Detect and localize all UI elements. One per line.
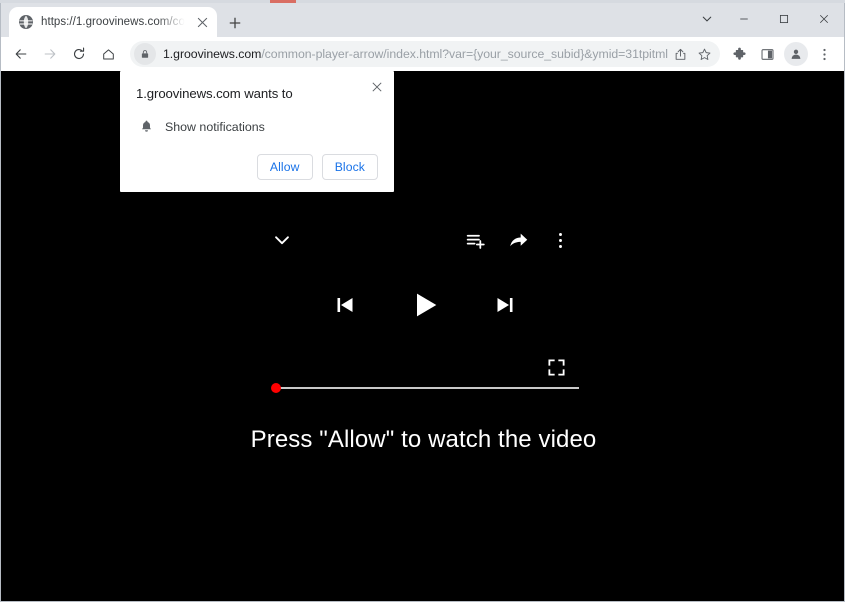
new-tab-button[interactable] xyxy=(223,11,247,35)
avatar[interactable] xyxy=(784,42,808,66)
skip-previous-icon[interactable] xyxy=(333,293,357,317)
permission-row: Show notifications xyxy=(136,118,378,135)
address-bar-text: 1.groovinews.com/common-player-arrow/ind… xyxy=(156,47,668,61)
forward-icon[interactable] xyxy=(36,40,64,68)
lock-icon[interactable] xyxy=(134,43,156,65)
address-bar-host: 1.groovinews.com xyxy=(163,47,262,61)
back-icon[interactable] xyxy=(7,40,35,68)
progress-bar[interactable] xyxy=(271,382,579,394)
browser-tab[interactable]: https://1.groovinews.com/comm xyxy=(9,7,217,37)
allow-button[interactable]: Allow xyxy=(256,154,313,180)
progress-knob[interactable] xyxy=(271,383,281,393)
browser-window: https://1.groovinews.com/comm xyxy=(0,3,845,602)
window-caption-buttons xyxy=(690,3,844,35)
permission-dialog-actions: Allow Block xyxy=(136,154,378,180)
chevron-down-icon[interactable] xyxy=(271,229,293,251)
close-icon[interactable] xyxy=(367,77,387,97)
page-content: Press "Allow" to watch the video 1.groov… xyxy=(1,71,844,601)
fullscreen-icon[interactable] xyxy=(547,358,566,377)
home-icon[interactable] xyxy=(94,40,122,68)
share-icon[interactable] xyxy=(668,42,692,66)
bookmark-star-icon[interactable] xyxy=(692,42,716,66)
player-top-controls xyxy=(271,227,579,253)
extensions-icon[interactable] xyxy=(726,40,753,68)
skip-next-icon[interactable] xyxy=(493,293,517,317)
play-icon[interactable] xyxy=(409,289,441,321)
globe-icon xyxy=(18,14,34,30)
progress-track xyxy=(274,387,579,389)
maximize-icon[interactable] xyxy=(764,3,804,35)
block-button[interactable]: Block xyxy=(321,154,378,180)
notification-permission-dialog: 1.groovinews.com wants to Show notificat… xyxy=(120,71,394,192)
close-icon[interactable] xyxy=(804,3,844,35)
player-transport-controls xyxy=(271,284,579,326)
player-message: Press "Allow" to watch the video xyxy=(250,426,597,453)
browser-toolbar: 1.groovinews.com/common-player-arrow/ind… xyxy=(1,37,844,71)
reload-icon[interactable] xyxy=(65,40,93,68)
permission-dialog-title: 1.groovinews.com wants to xyxy=(136,86,293,101)
chrome-menu-icon[interactable] xyxy=(811,40,838,68)
more-vertical-icon[interactable] xyxy=(551,231,570,250)
address-bar[interactable]: 1.groovinews.com/common-player-arrow/ind… xyxy=(130,41,720,67)
share-arrow-icon[interactable] xyxy=(508,230,529,251)
playlist-add-icon[interactable] xyxy=(465,230,486,251)
address-bar-path: /common-player-arrow/index.html?var={you… xyxy=(261,47,668,61)
screenshot-root: https://1.groovinews.com/comm xyxy=(0,0,845,602)
permission-row-label: Show notifications xyxy=(165,119,265,134)
tab-title: https://1.groovinews.com/comm xyxy=(41,16,186,28)
tab-strip: https://1.groovinews.com/comm xyxy=(1,3,844,37)
tab-search-icon[interactable] xyxy=(690,3,724,35)
minimize-icon[interactable] xyxy=(724,3,764,35)
close-icon[interactable] xyxy=(193,13,211,31)
side-panel-icon[interactable] xyxy=(754,40,781,68)
bell-icon xyxy=(138,118,155,135)
